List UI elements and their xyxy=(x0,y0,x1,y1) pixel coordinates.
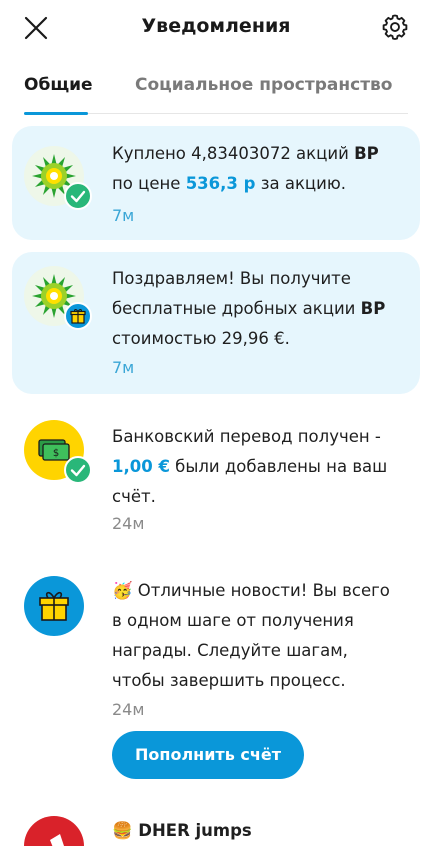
notification-time: 7м xyxy=(112,206,135,225)
dher-logo-icon xyxy=(50,834,64,846)
text-part: Отличные новости! Вы всего в одном шаге … xyxy=(112,581,390,690)
text-part: DHER jumps xyxy=(132,821,252,840)
notification-bank-transfer[interactable]: $ Банковский перевод получен - 1,00 € бы… xyxy=(12,408,420,548)
checkmark-icon xyxy=(70,464,86,477)
dher-avatar xyxy=(24,816,84,846)
gear-icon xyxy=(382,14,408,40)
ticker-symbol: BP xyxy=(360,299,386,318)
notification-text: Куплено 4,83403072 акций BP по цене 536,… xyxy=(112,139,404,199)
text-part: Поздравляем! Вы получите бесплатные дроб… xyxy=(112,269,361,318)
notification-time: 24м xyxy=(112,514,145,533)
gift-avatar xyxy=(24,576,84,636)
gift-badge xyxy=(64,302,92,330)
text-part: за акцию. xyxy=(255,174,346,193)
text-part: Банковский перевод получен - xyxy=(112,427,381,446)
top-bar: Уведомления xyxy=(0,0,432,56)
text-part: стоимостью 29,96 €. xyxy=(112,329,290,348)
settings-button[interactable] xyxy=(380,12,410,42)
notification-text: 🥳 Отличные новости! Вы всего в одном шаг… xyxy=(112,576,404,696)
page-title: Уведомления xyxy=(141,15,291,37)
gift-circle xyxy=(24,576,84,636)
tab-general-label: Общие xyxy=(24,75,93,95)
party-emoji-icon: 🥳 xyxy=(112,581,133,600)
gift-icon xyxy=(70,309,86,324)
success-badge xyxy=(64,182,92,210)
notification-dher[interactable]: 🍔 DHER jumps xyxy=(12,812,420,846)
burger-emoji-icon: 🍔 xyxy=(112,821,133,840)
checkmark-icon xyxy=(70,190,86,203)
price-value: 536,3 р xyxy=(185,174,256,193)
notification-text: 🍔 DHER jumps xyxy=(112,816,404,846)
success-badge xyxy=(64,456,92,484)
notification-bp-purchase[interactable]: Куплено 4,83403072 акций BP по цене 536,… xyxy=(12,126,420,240)
tab-general[interactable]: Общие xyxy=(24,75,93,115)
amount-value: 1,00 € xyxy=(112,457,170,476)
bp-avatar xyxy=(24,146,92,210)
active-tab-indicator xyxy=(24,112,88,115)
text-part: по цене xyxy=(112,174,186,193)
notification-text: Банковский перевод получен - 1,00 € были… xyxy=(112,422,404,512)
ticker-symbol: BP xyxy=(354,144,379,163)
notification-time: 7м xyxy=(112,358,135,377)
notification-bp-free-shares[interactable]: Поздравляем! Вы получите бесплатные дроб… xyxy=(12,252,420,394)
tab-social-space-label: Социальное пространство xyxy=(135,75,393,95)
notification-time: 24м xyxy=(112,700,145,719)
tab-social-space[interactable]: Социальное пространство xyxy=(135,75,393,95)
cash-avatar: $ xyxy=(24,420,92,484)
text-part: Куплено 4,83403072 акций xyxy=(112,144,355,163)
tab-bar: Общие Социальное пространство xyxy=(24,70,408,115)
bp-avatar xyxy=(24,266,92,330)
gift-icon xyxy=(39,591,69,621)
notification-text: Поздравляем! Вы получите бесплатные дроб… xyxy=(112,264,404,354)
top-up-account-button[interactable]: Пополнить счёт xyxy=(112,731,304,779)
svg-text:$: $ xyxy=(53,448,59,459)
dher-logo-circle xyxy=(24,816,84,846)
